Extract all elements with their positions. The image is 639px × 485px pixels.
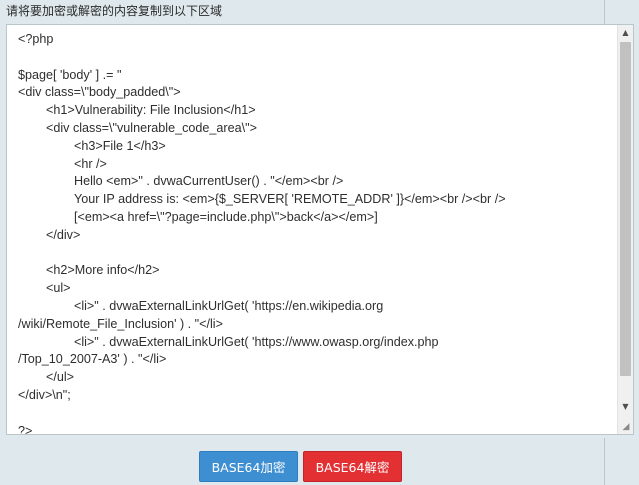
resize-grip-icon[interactable]: ◢ xyxy=(620,421,632,433)
vertical-scrollbar[interactable]: ▲ ▼ xyxy=(617,25,633,434)
page-divider-bottom xyxy=(604,438,605,485)
scroll-down-icon[interactable]: ▼ xyxy=(618,399,633,414)
instruction-label: 请将要加密或解密的内容复制到以下区域 xyxy=(6,4,223,18)
base64-encode-button[interactable]: BASE64加密 xyxy=(199,451,298,482)
base64-decode-button[interactable]: BASE64解密 xyxy=(303,451,402,482)
scroll-thumb[interactable] xyxy=(620,42,631,376)
page-divider xyxy=(604,0,605,24)
code-textarea[interactable]: <?php $page[ 'body' ] .= " <div class=\"… xyxy=(6,24,634,435)
code-content[interactable]: <?php $page[ 'body' ] .= " <div class=\"… xyxy=(18,31,615,434)
scroll-up-icon[interactable]: ▲ xyxy=(618,25,633,40)
